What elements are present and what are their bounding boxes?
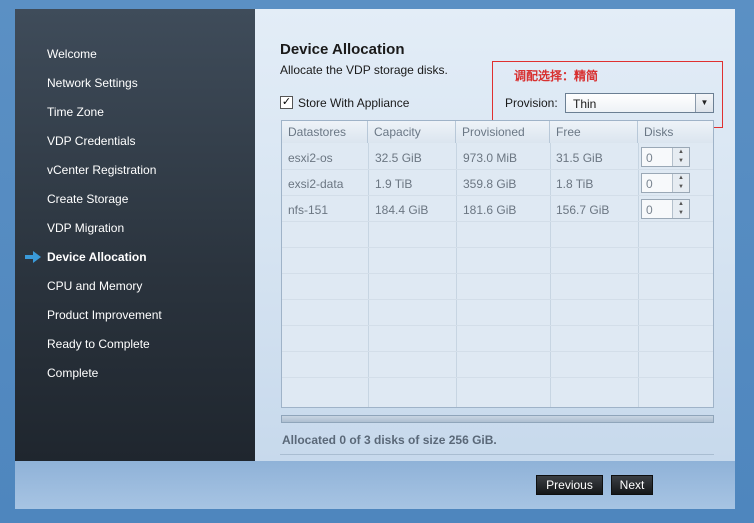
store-with-appliance-label: Store With Appliance	[298, 96, 410, 110]
sidebar-item-vdp-migration[interactable]: VDP Migration	[47, 221, 124, 235]
page-title: Device Allocation	[280, 41, 405, 58]
previous-button[interactable]: Previous	[536, 475, 603, 495]
column-header-provisioned[interactable]: Provisioned	[456, 121, 550, 143]
table-row-2-capacity: 184.4 GiB	[375, 203, 429, 217]
sidebar-item-network-settings[interactable]: Network Settings	[47, 76, 138, 90]
horizontal-scrollbar[interactable]	[281, 415, 714, 423]
row-divider	[282, 351, 713, 352]
chevron-down-icon[interactable]: ▼	[695, 94, 713, 112]
sidebar-item-device-allocation[interactable]: Device Allocation	[47, 250, 147, 264]
sidebar-item-vcenter-registration[interactable]: vCenter Registration	[47, 163, 156, 177]
table-row-1-capacity: 1.9 TiB	[375, 177, 413, 191]
provision-value: Thin	[573, 97, 597, 111]
table-row-1-free: 1.8 TiB	[556, 177, 594, 191]
table-row-2-provisioned: 181.6 GiB	[463, 203, 517, 217]
sidebar-item-vdp-credentials[interactable]: VDP Credentials	[47, 134, 136, 148]
row-divider	[282, 247, 713, 248]
table-row-0-free: 31.5 GiB	[556, 151, 603, 165]
chevron-down-icon[interactable]: ▼	[672, 183, 689, 192]
sidebar-item-product-improvement[interactable]: Product Improvement	[47, 308, 162, 322]
sidebar-item-create-storage[interactable]: Create Storage	[47, 192, 128, 206]
row-divider	[282, 377, 713, 378]
row-divider	[282, 169, 713, 170]
row-divider	[282, 299, 713, 300]
disks-stepper-row-1[interactable]: 0 ▲ ▼	[641, 173, 690, 193]
row-divider	[282, 325, 713, 326]
table-row-2-free: 156.7 GiB	[556, 203, 610, 217]
column-header-capacity[interactable]: Capacity	[368, 121, 456, 143]
column-header-disks[interactable]: Disks	[638, 121, 713, 143]
next-button[interactable]: Next	[611, 475, 653, 495]
sidebar-item-cpu-and-memory[interactable]: CPU and Memory	[47, 279, 142, 293]
column-divider	[550, 143, 551, 407]
chevron-down-icon[interactable]: ▼	[672, 157, 689, 166]
sidebar-item-ready-to-complete[interactable]: Ready to Complete	[47, 337, 150, 351]
annotation-text: 调配选择：精简	[514, 69, 599, 83]
sidebar-item-complete[interactable]: Complete	[47, 366, 98, 380]
column-header-datastores[interactable]: Datastores	[282, 121, 368, 143]
row-divider	[282, 221, 713, 222]
provision-label: Provision:	[505, 96, 558, 110]
column-divider	[368, 143, 369, 407]
chevron-down-icon[interactable]: ▼	[672, 209, 689, 218]
disks-stepper-row-0[interactable]: 0 ▲ ▼	[641, 147, 690, 167]
column-header-free[interactable]: Free	[550, 121, 638, 143]
table-row-2-datastore: nfs-151	[288, 203, 329, 217]
allocation-summary: Allocated 0 of 3 disks of size 256 GiB.	[282, 433, 497, 447]
table-row-1-provisioned: 359.8 GiB	[463, 177, 517, 191]
disks-stepper-value: 0	[646, 203, 653, 217]
divider	[280, 454, 714, 455]
row-divider	[282, 195, 713, 196]
row-divider	[282, 273, 713, 274]
page-subtitle: Allocate the VDP storage disks.	[280, 63, 448, 77]
store-with-appliance-checkbox[interactable]: ✓	[280, 96, 293, 109]
provision-select[interactable]: Thin ▼	[565, 93, 714, 113]
table-row-0-datastore: esxi2-os	[288, 151, 333, 165]
sidebar-item-welcome[interactable]: Welcome	[47, 47, 97, 61]
table-row-1-datastore: exsi2-data	[288, 177, 344, 191]
disks-stepper-row-2[interactable]: 0 ▲ ▼	[641, 199, 690, 219]
disks-stepper-value: 0	[646, 151, 653, 165]
column-divider	[638, 143, 639, 407]
column-divider	[456, 143, 457, 407]
table-row-0-provisioned: 973.0 MiB	[463, 151, 518, 165]
disks-stepper-value: 0	[646, 177, 653, 191]
sidebar-item-time-zone[interactable]: Time Zone	[47, 105, 104, 119]
current-step-arrow-icon	[25, 251, 41, 263]
table-row-0-capacity: 32.5 GiB	[375, 151, 422, 165]
